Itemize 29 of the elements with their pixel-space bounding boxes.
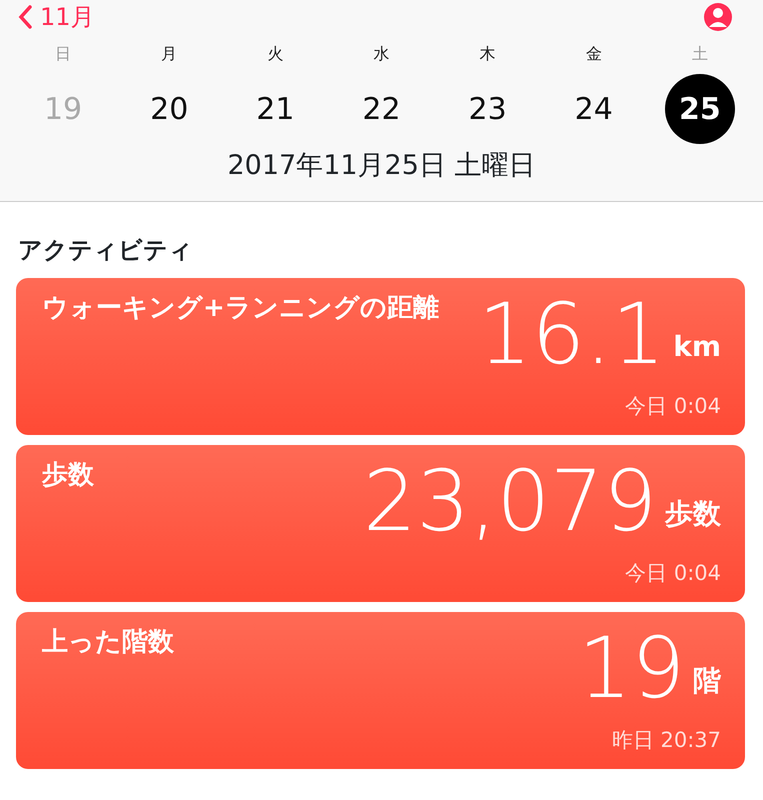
day-number[interactable]: 21 [240, 74, 310, 144]
weekday-label: 土 [692, 43, 708, 65]
metric-unit: 階 [693, 662, 721, 698]
chevron-left-icon [18, 5, 32, 29]
weekday-label: 月 [161, 43, 178, 65]
timestamp: 今日 0:04 [624, 560, 721, 587]
section-title: アクティビティ [17, 234, 194, 266]
metric-value: 19 [578, 626, 685, 710]
timestamp: 昨日 20:37 [610, 727, 721, 754]
metric-unit: 歩数 [665, 496, 721, 532]
weekday-label: 水 [373, 43, 390, 65]
metric-unit: km [673, 328, 721, 364]
card-title: 歩数 [42, 458, 94, 492]
weekday-label: 金 [586, 43, 602, 65]
profile-icon[interactable] [703, 2, 733, 32]
day-number[interactable]: 25 [664, 74, 735, 144]
date-label: 2017年11月25日 土曜日 [226, 149, 536, 183]
weekday-label: 火 [267, 43, 284, 65]
day-number[interactable]: 23 [452, 74, 523, 144]
day-number[interactable]: 24 [558, 74, 629, 144]
weekday-label: 木 [480, 43, 496, 65]
day-number[interactable]: 22 [346, 74, 416, 144]
card-title: ウォーキング+ランニングの距離 [42, 292, 439, 324]
card-title: 上った階数 [42, 626, 174, 658]
timestamp: 今日 0:04 [624, 393, 721, 420]
weekday-label: 日 [55, 43, 72, 65]
metric-value: 16.1 [478, 292, 666, 376]
metric-value: 23,079 [363, 458, 657, 542]
day-number[interactable]: 20 [134, 74, 204, 144]
